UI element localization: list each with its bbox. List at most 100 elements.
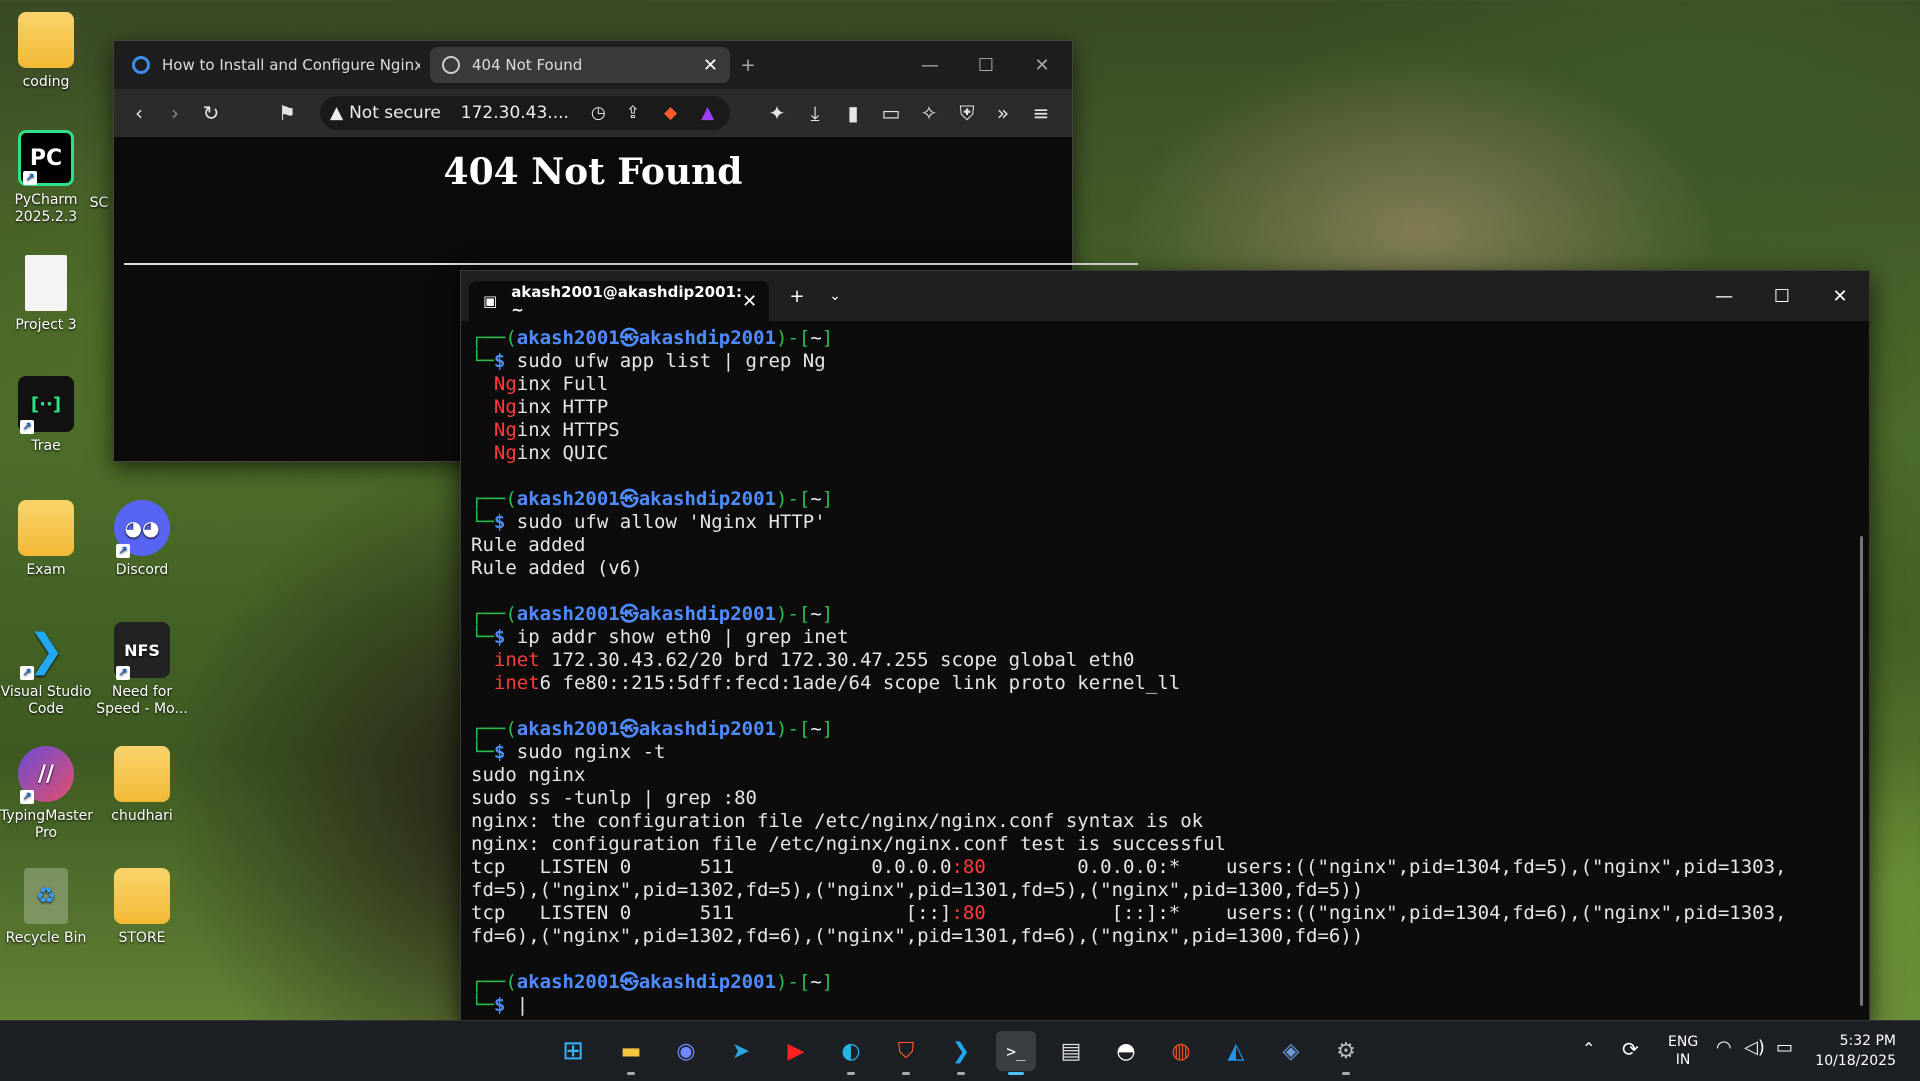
terminal-title-bar: ▣ akash2001@akashdip2001: ~ ✕ + ⌄ — ☐ ✕ — [461, 271, 1869, 321]
prompt-symbol: $ — [493, 994, 506, 1016]
cursor: | — [505, 994, 529, 1016]
taskbar-wsl[interactable]: ▤ — [1051, 1031, 1091, 1071]
taskbar-terminal[interactable]: >_ — [996, 1031, 1036, 1075]
reload-button[interactable]: ↻ — [194, 89, 228, 137]
browser-tab-nginx-guide[interactable]: How to Install and Configure Nginx o — [120, 47, 420, 83]
terminal-line: └─$ | — [471, 994, 1849, 1017]
prompt-host: akashdip2001 — [638, 971, 777, 993]
desktop-icon-need-for-speed[interactable]: NFS ↗ Need for Speed - Mo... — [96, 622, 188, 718]
taskbar-postgresql[interactable]: ◈ — [1271, 1031, 1311, 1071]
terminal-output[interactable]: ┌──(akash2001㉿akashdip2001)-[~] └─$ sudo … — [471, 327, 1849, 1021]
history-icon[interactable]: ◷ — [591, 103, 606, 123]
volume-icon[interactable]: ◁) — [1744, 1037, 1765, 1058]
brave-shield-icon[interactable]: ◆ — [664, 103, 677, 123]
tab-title: 404 Not Found — [472, 56, 583, 74]
taskbar-linux[interactable]: ◓ — [1106, 1031, 1146, 1071]
prompt-symbol: $ — [493, 511, 506, 533]
more-chevron-icon[interactable]: » — [986, 89, 1020, 137]
leo-ai-icon[interactable]: ✧ — [912, 89, 946, 137]
taskbar-telegram[interactable]: ➤ — [721, 1031, 761, 1071]
prompt-bracket: )-[ — [776, 718, 811, 740]
download-icon[interactable]: ⤓ — [798, 89, 832, 137]
desktop-icon-typingmaster[interactable]: //↗ TypingMaster Pro — [0, 746, 93, 842]
brave-rewards-icon[interactable]: ▲ — [701, 103, 714, 123]
terminal-line: ┌──(akash2001㉿akashdip2001)-[~] — [471, 327, 1849, 350]
wifi-icon[interactable]: ◠ — [1716, 1037, 1732, 1058]
maximize-button[interactable]: ☐ — [1753, 271, 1811, 321]
wallet-icon[interactable]: ▭ — [874, 89, 908, 137]
prompt-bracket: ] — [821, 603, 834, 625]
terminal-line: inet 172.30.43.62/20 brd 172.30.47.255 s… — [471, 649, 1849, 672]
desktop-icon-discord[interactable]: ◕◕ ↗ Discord — [96, 500, 188, 579]
vpn-icon[interactable]: ⛨ — [950, 89, 984, 137]
terminal-icon: >_ — [1006, 1041, 1026, 1061]
taskbar-edge[interactable]: ◐ — [831, 1031, 871, 1075]
prompt-symbol: $ — [493, 741, 506, 763]
taskbar-ubuntu[interactable]: ◍ — [1161, 1031, 1201, 1071]
desktop-icon-sc[interactable]: SC — [84, 195, 114, 212]
desktop-icon-store[interactable]: STORE — [96, 868, 188, 947]
start-button[interactable]: ⊞ — [553, 1031, 593, 1071]
desktop-icon-exam[interactable]: Exam — [0, 500, 92, 579]
sync-icon[interactable]: ⟳ — [1622, 1037, 1639, 1061]
taskbar-settings[interactable]: ⚙ — [1326, 1031, 1366, 1075]
command-text: sudo nginx -t — [505, 741, 666, 763]
taskbar-discord[interactable]: ◉ — [666, 1031, 706, 1071]
grep-match: inet — [493, 672, 540, 694]
desktop-icon-project-3[interactable]: Project 3 — [0, 255, 92, 334]
prompt-dir: ~ — [810, 718, 822, 740]
desktop-icon-label: Trae — [31, 438, 61, 454]
back-button[interactable]: ‹ — [122, 89, 156, 137]
menu-icon[interactable]: ≡ — [1024, 89, 1058, 137]
tab-dropdown-chevron-icon[interactable]: ⌄ — [817, 271, 853, 321]
typingmaster-icon: //↗ — [18, 746, 74, 804]
desktop-icon-pycharm[interactable]: PC ↗ PyCharm 2025.2.3 — [0, 130, 92, 226]
forward-button[interactable]: › — [158, 89, 192, 137]
desktop-icon-recycle-bin[interactable]: ♻ Recycle Bin — [0, 868, 92, 947]
extensions-icon[interactable]: ✦ — [760, 89, 794, 137]
close-window-button[interactable]: ✕ — [1811, 271, 1869, 321]
desktop-icon-trae[interactable]: [··] ↗ Trae — [0, 376, 92, 455]
terminal-tab[interactable]: ▣ akash2001@akashdip2001: ~ ✕ — [469, 281, 769, 321]
output-text: sudo nginx — [471, 764, 586, 786]
taskbar-vscode[interactable]: ❯ — [941, 1031, 981, 1075]
share-icon[interactable]: ⇪ — [626, 103, 640, 123]
desktop-icon-coding[interactable]: coding — [0, 12, 92, 91]
language-indicator[interactable]: ENG IN — [1668, 1033, 1698, 1069]
close-tab-icon[interactable]: ✕ — [703, 55, 718, 76]
desktop-icon-chudhari[interactable]: chudhari — [96, 746, 188, 825]
minimize-button[interactable]: — — [1695, 271, 1753, 321]
maximize-button[interactable]: ☐ — [958, 41, 1014, 89]
taskbar-brave[interactable]: ⛉ — [886, 1031, 926, 1075]
linux-terminal-icon: ▣ — [483, 292, 498, 310]
prompt-dir: ~ — [810, 327, 822, 349]
browser-tab-404[interactable]: 404 Not Found ✕ — [430, 47, 730, 83]
clock[interactable]: 5:32 PM 10/18/2025 — [1812, 1031, 1896, 1071]
output-text: inx Full — [516, 373, 609, 395]
prompt-bracket: ┌──( — [471, 718, 517, 740]
address-bar[interactable]: ▲ Not secure 172.30.43.... ◷ ⇪ ◆ ▲ — [320, 96, 730, 130]
taskbar-youtube[interactable]: ▶ — [776, 1031, 816, 1071]
prompt-bracket: ] — [821, 488, 834, 510]
desktop-icon-label: Need for Speed - Mo... — [96, 684, 188, 717]
taskbar-file-explorer[interactable]: ▬ — [611, 1031, 651, 1075]
desktop-icon-vscode[interactable]: ❯ ↗ Visual Studio Code — [0, 622, 92, 718]
bookmark-button[interactable]: ⚑ — [270, 89, 304, 137]
show-hidden-icons-chevron-icon[interactable]: ⌃ — [1582, 1039, 1595, 1058]
terminal-scrollbar[interactable] — [1860, 536, 1863, 1006]
close-tab-icon[interactable]: ✕ — [742, 291, 757, 312]
minimize-button[interactable]: — — [902, 41, 958, 89]
prompt-user: akash2001 — [516, 718, 620, 740]
sidebar-icon[interactable]: ▮ — [836, 89, 870, 137]
penguin-icon: ◓ — [1116, 1038, 1136, 1064]
close-window-button[interactable]: ✕ — [1014, 41, 1070, 89]
battery-icon[interactable]: ▭ — [1776, 1037, 1793, 1058]
new-tab-button[interactable]: + — [777, 271, 817, 321]
terminal-line: Nginx HTTP — [471, 396, 1849, 419]
output-text: 172.30.43.62/20 brd 172.30.47.255 scope … — [539, 649, 1135, 671]
new-tab-button[interactable]: + — [728, 41, 768, 89]
taskbar-docker[interactable]: ◭ — [1216, 1031, 1256, 1071]
